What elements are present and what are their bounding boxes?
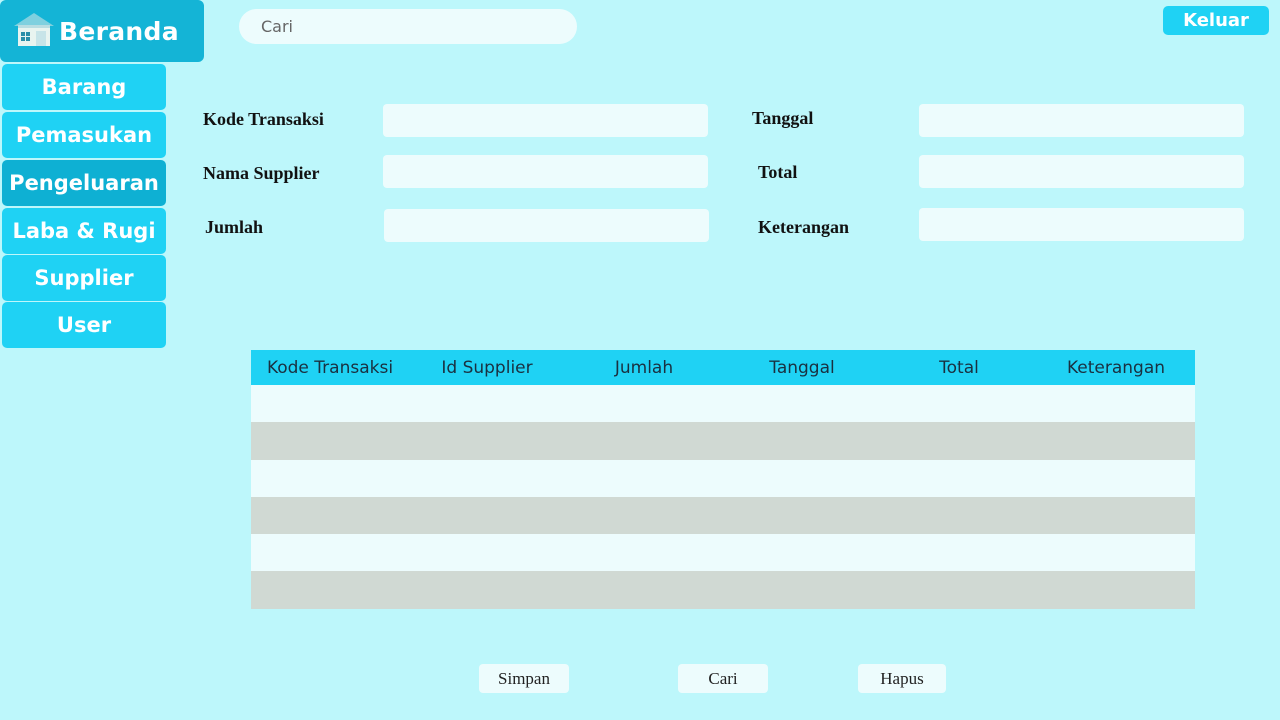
keterangan-field[interactable] [919,208,1244,241]
column-header: Tanggal [769,357,835,378]
jumlah-label: Jumlah [205,217,264,237]
table-row[interactable] [251,571,1195,609]
sidebar-item-pemasukan[interactable]: Pemasukan [2,112,166,158]
house-icon [14,13,54,46]
kode-transaksi-field[interactable] [383,104,708,137]
sidebar-item-pengeluaran[interactable]: Pengeluaran [2,160,166,206]
column-header: Id Supplier [441,357,533,378]
tanggal-field[interactable] [919,104,1244,137]
sidebar-item-laba-rugi[interactable]: Laba & Rugi [2,208,166,254]
table-row[interactable] [251,422,1195,460]
tanggal-label: Tanggal [752,108,814,128]
search-input[interactable] [239,9,577,44]
column-header: Kode Transaksi [266,357,394,378]
table-row[interactable] [251,534,1195,572]
column-header: Keterangan [1066,357,1166,378]
delete-button[interactable]: Hapus [858,664,946,693]
sidebar-item-user[interactable]: User [2,302,166,348]
find-button[interactable]: Cari [678,664,768,693]
save-button[interactable]: Simpan [479,664,569,693]
sidebar-item-barang[interactable]: Barang [2,64,166,110]
sidebar-item-supplier[interactable]: Supplier [2,255,166,301]
column-header: Total [939,357,979,378]
total-field[interactable] [919,155,1244,188]
nama-supplier-label: Nama Supplier [203,163,320,183]
logout-button[interactable]: Keluar [1163,6,1269,35]
table-row[interactable] [251,459,1195,497]
keterangan-label: Keterangan [758,217,849,237]
transactions-table: Kode Transaksi Id Supplier Jumlah Tangga… [251,350,1195,609]
table-row[interactable] [251,496,1195,535]
brand-label: Beranda [59,17,179,46]
table-row[interactable] [251,385,1195,423]
table-header: Kode Transaksi Id Supplier Jumlah Tangga… [251,350,1195,385]
home-button[interactable]: Beranda [0,0,204,62]
jumlah-field[interactable] [384,209,709,242]
total-label: Total [758,162,798,182]
nama-supplier-field[interactable] [383,155,708,188]
column-header: Jumlah [614,357,674,378]
kode-transaksi-label: Kode Transaksi [203,109,324,129]
